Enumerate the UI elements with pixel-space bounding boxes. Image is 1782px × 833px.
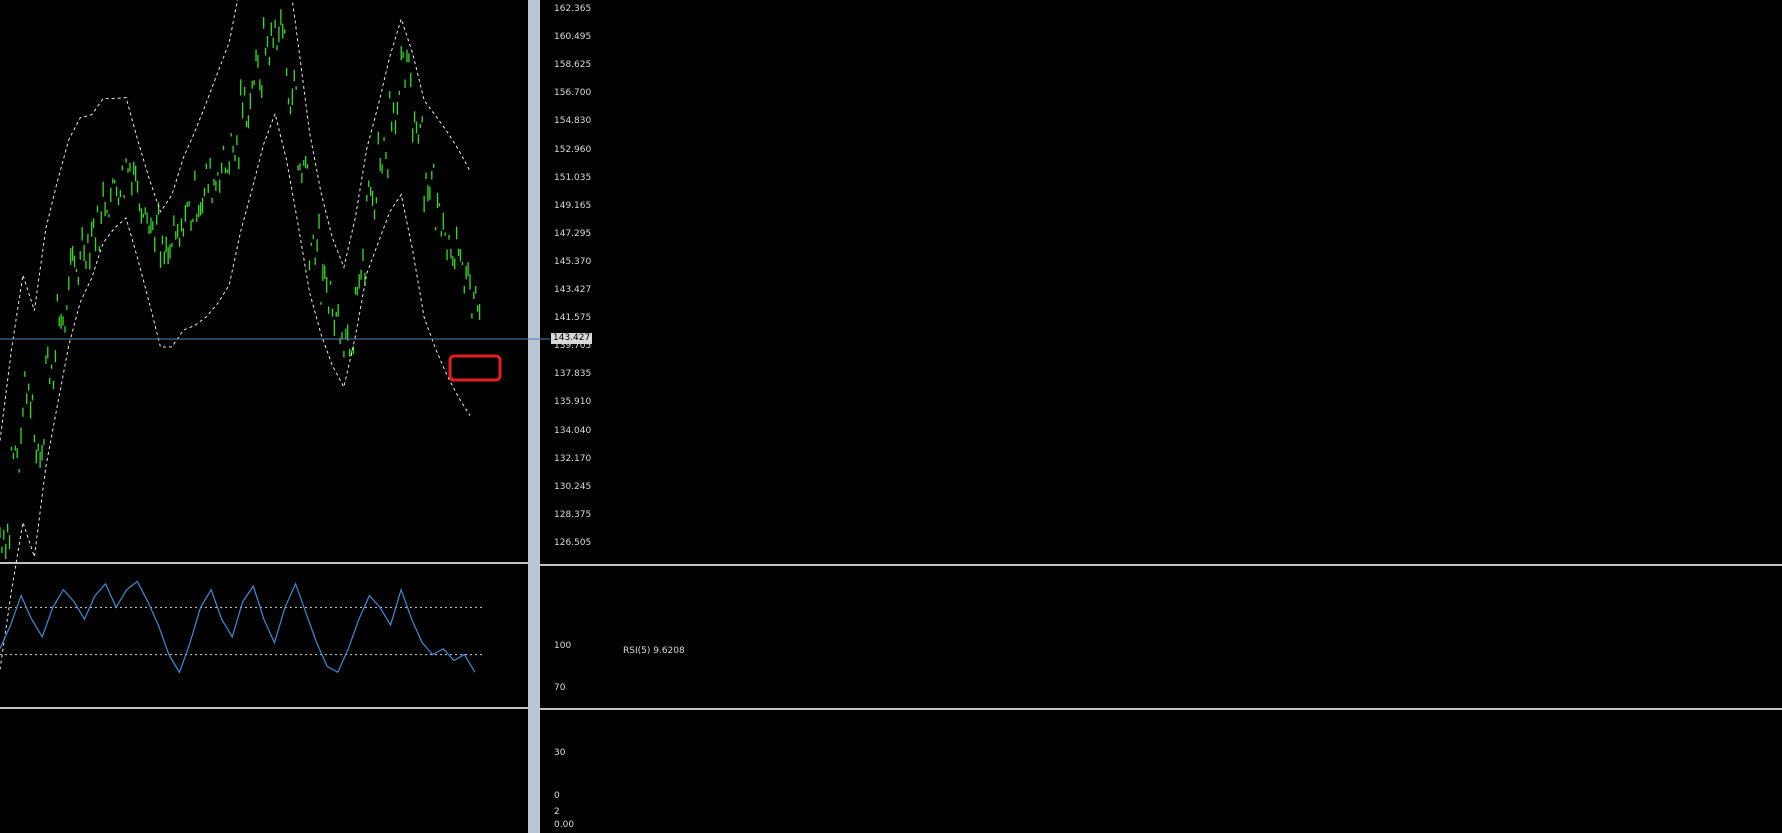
left-rsi-tick: 0 xyxy=(554,791,560,801)
left-price-tick: 156.700 xyxy=(554,88,592,99)
left-price-tick: 134.040 xyxy=(554,425,592,436)
left-price-tick: 132.170 xyxy=(554,453,592,464)
left-upper-band xyxy=(0,0,471,441)
left-rsi-tick: 100 xyxy=(554,641,572,651)
left-price-tick: 160.495 xyxy=(554,32,592,43)
left-rsi-tick: 30 xyxy=(554,748,566,758)
left-price-tick: 126.505 xyxy=(554,537,592,548)
rsi-title: RSI(5) 9.6208 xyxy=(623,646,685,656)
left-price-tick: 145.370 xyxy=(554,256,592,267)
left-price-tick: 152.960 xyxy=(554,144,592,155)
left-price-tick: 141.575 xyxy=(554,313,592,324)
left-current-price-tag: 143.427 xyxy=(551,333,593,344)
left-price-tick: 154.830 xyxy=(554,116,592,127)
left-price-tick: 135.910 xyxy=(554,397,592,408)
left-price-tick: 162.365 xyxy=(554,4,592,14)
left-rsi-tick: 70 xyxy=(554,683,566,693)
left-price-tick: 147.295 xyxy=(554,228,592,239)
left-price-tick: 149.165 xyxy=(554,200,592,211)
left-annotation-box xyxy=(448,354,502,382)
left-price-tick: 137.835 xyxy=(554,369,592,380)
left-price-tick: 151.035 xyxy=(554,172,592,183)
left-price-tick: 130.245 xyxy=(554,481,592,492)
left-price-tick: 128.375 xyxy=(554,509,592,520)
left-price-tick: 158.625 xyxy=(554,60,592,71)
left-bottom-tick: 2 xyxy=(554,807,560,817)
left-price-tick: 143.427 xyxy=(554,285,592,295)
left-bottom-tick: 0.00 xyxy=(554,820,575,830)
left-lower-band xyxy=(0,112,471,670)
chart-canvas xyxy=(0,0,550,674)
left-rsi-line xyxy=(0,580,476,674)
